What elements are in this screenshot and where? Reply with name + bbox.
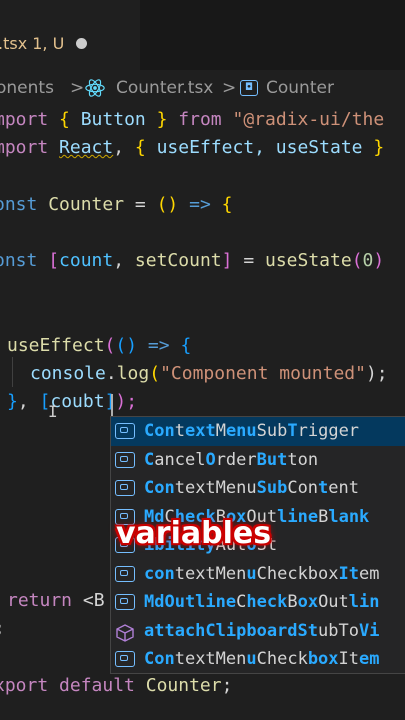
code-line: mport { Button } from "@radix-ui/the — [0, 109, 385, 130]
breadcrumb: onents > Counter.tsx > Counter — [0, 74, 405, 104]
suggestion-item[interactable]: attachClipboardStubToVi — [111, 617, 405, 646]
code-line: ; — [0, 615, 5, 643]
react-icon — [85, 79, 105, 97]
variable-icon — [115, 451, 135, 468]
video-caption: variables — [116, 516, 272, 551]
suggestion-label: contextMenuCheckboxItem — [144, 563, 380, 584]
breadcrumb-separator: > — [70, 78, 85, 98]
breadcrumb-folder[interactable]: onents — [0, 78, 54, 98]
indent-guide — [12, 357, 13, 387]
breadcrumb-separator: > — [222, 78, 237, 98]
suggestion-label: MdOutlineCheckBoxOutlin — [144, 592, 380, 612]
code-line: onst Counter = () => { — [0, 194, 233, 215]
variable-icon — [115, 565, 135, 582]
suggestion-label: ContextMenuSubTrigger — [144, 421, 360, 441]
suggestion-label: ContextMenuSubContent — [144, 478, 360, 498]
tab-bar: .tsx 1, U — [0, 0, 405, 70]
code-line: mport React, { useEffect, useState } — [0, 137, 385, 158]
code-line: useEffect(() => { — [7, 335, 192, 356]
code-line: }, [coubt]); — [7, 391, 138, 412]
suggestion-label: ContextMenuCheckboxItem — [144, 649, 380, 669]
suggestion-item[interactable]: ContextMenuCheckboxItem — [111, 645, 405, 674]
suggestion-item[interactable]: MdOutlineCheckBoxOutlin — [111, 588, 405, 617]
cube-icon — [115, 623, 135, 642]
code-line: xport default Counter; — [0, 675, 233, 696]
variable-icon — [115, 594, 135, 610]
tab-label: .tsx 1, U — [0, 34, 65, 53]
suggestion-item[interactable]: contextMenuCheckboxItem — [111, 560, 405, 589]
suggestion-item[interactable]: CancelOrderButton — [111, 446, 405, 475]
symbol-variable-icon: ◘ — [240, 80, 258, 96]
variable-icon — [115, 423, 135, 439]
code-line: return <B — [7, 590, 105, 611]
suggestion-item[interactable]: ContextMenuSubContent — [111, 474, 405, 503]
suggestion-item[interactable]: ContextMenuSubTrigger — [111, 417, 405, 446]
breadcrumb-file[interactable]: Counter.tsx — [116, 78, 213, 98]
variable-icon — [115, 480, 135, 496]
unsaved-dot-icon[interactable] — [76, 38, 87, 49]
text-cursor — [111, 394, 113, 418]
mouse-ibeam-icon: I — [48, 402, 58, 421]
code-line: onst [count, setCount] = useState(0) — [0, 250, 385, 271]
editor-tab[interactable]: .tsx 1, U — [0, 0, 140, 70]
suggestion-label: CancelOrderButton — [144, 449, 319, 470]
code-line: console.log("Component mounted"); — [30, 363, 388, 384]
suggestion-label: attachClipboardStubToVi — [144, 620, 380, 641]
variable-icon — [115, 651, 135, 667]
breadcrumb-symbol[interactable]: Counter — [266, 78, 334, 98]
